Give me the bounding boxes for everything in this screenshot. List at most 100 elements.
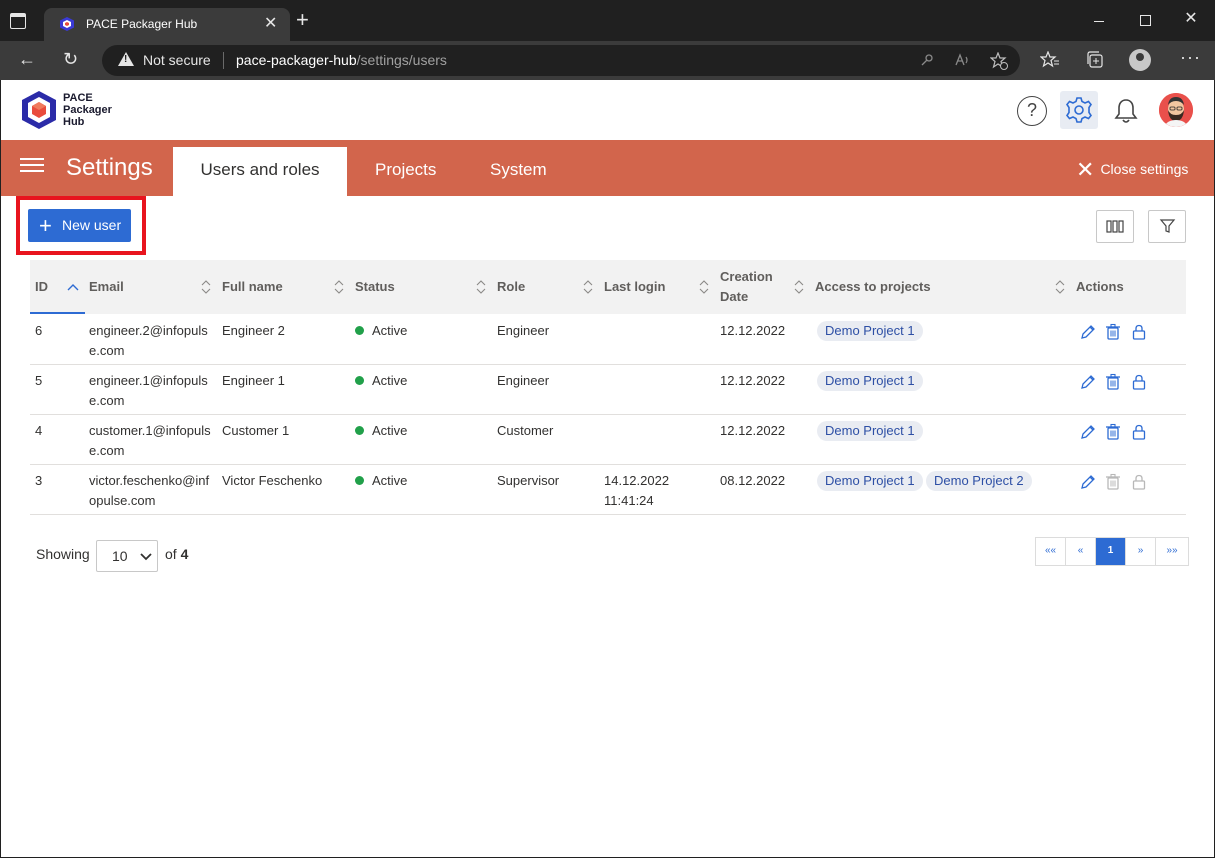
new-user-label: New user — [62, 217, 122, 233]
cell-full-name: Customer 1 — [222, 423, 290, 438]
delete-trash-icon[interactable] — [1104, 423, 1122, 441]
delete-trash-icon — [1106, 473, 1120, 490]
col-last-login[interactable]: Last login — [604, 260, 665, 314]
tab-close-icon[interactable]: ✕ — [264, 13, 277, 33]
gear-icon — [1066, 97, 1092, 123]
page-1-button[interactable]: 1 — [1096, 538, 1126, 565]
prev-page-button[interactable]: « — [1066, 538, 1096, 565]
cell-email: engineer.1@infopuls e.com — [89, 371, 208, 411]
sort-icon[interactable] — [582, 280, 594, 294]
help-icon[interactable]: ? — [1017, 96, 1047, 126]
reload-icon[interactable]: ↻ — [63, 49, 78, 69]
sort-icon[interactable] — [200, 280, 212, 294]
lock-icon[interactable] — [1130, 373, 1148, 391]
collections-icon[interactable] — [1085, 51, 1105, 69]
table-header: ID Email Full name Status Role Last logi… — [30, 260, 1186, 314]
table-row[interactable]: 3 victor.feschenko@inf opulse.com Victor Fe… — [30, 465, 1186, 515]
bell-icon[interactable] — [1111, 96, 1141, 126]
user-avatar[interactable] — [1159, 93, 1193, 127]
url-path: /settings/users — [356, 52, 447, 68]
tab-projects[interactable]: Projects — [375, 147, 436, 196]
sort-icon[interactable] — [698, 280, 710, 294]
edit-pencil-icon[interactable] — [1079, 373, 1097, 391]
total-count: of 4 — [165, 546, 188, 562]
col-status[interactable]: Status — [355, 260, 395, 314]
project-tag[interactable]: Demo Project 1 — [817, 321, 923, 341]
close-icon: ✕ — [1076, 157, 1095, 182]
chevron-down-icon — [140, 553, 152, 561]
maximize-icon[interactable] — [1135, 10, 1155, 30]
table-row[interactable]: 4 customer.1@infopuls e.com Customer 1 Activ… — [30, 415, 1186, 465]
browser-tab[interactable]: PACE Packager Hub ✕ — [44, 8, 290, 41]
not-secure-label[interactable]: Not secure — [143, 52, 211, 68]
sort-asc-icon[interactable] — [67, 280, 79, 294]
logo-line-1: PACE — [63, 92, 93, 104]
columns-button[interactable] — [1096, 210, 1134, 243]
project-tag[interactable]: Demo Project 1 — [817, 421, 923, 441]
back-icon[interactable]: ← — [18, 49, 36, 69]
col-creation-date[interactable]: Creation Date — [720, 260, 773, 314]
col-full-name[interactable]: Full name — [222, 260, 283, 314]
cell-role: Engineer — [497, 373, 550, 388]
add-favorite-icon[interactable] — [990, 52, 1008, 70]
edit-pencil-icon[interactable] — [1079, 323, 1097, 341]
col-role[interactable]: Role — [497, 260, 525, 314]
table-row[interactable]: 5 engineer.1@infopuls e.com Engineer 1 Activ… — [30, 365, 1186, 415]
col-email[interactable]: Email — [89, 260, 124, 314]
cell-email-line2: e.com — [89, 443, 125, 458]
profile-icon[interactable] — [1129, 49, 1151, 71]
tab-system[interactable]: System — [490, 147, 547, 196]
new-user-button[interactable]: + New user — [28, 209, 131, 242]
cell-creation-date: 08.12.2022 — [720, 473, 786, 488]
cell-full-name: Engineer 1 — [222, 373, 285, 388]
of-label: of — [165, 546, 177, 562]
window-close-icon[interactable]: ✕ — [1181, 10, 1201, 30]
lock-icon[interactable] — [1130, 423, 1148, 441]
project-tag[interactable]: Demo Project 1 — [817, 371, 923, 391]
filter-button[interactable] — [1148, 210, 1186, 243]
first-page-button[interactable]: «« — [1036, 538, 1066, 565]
page-size-select[interactable]: 10 — [96, 540, 158, 572]
sort-icon[interactable] — [475, 280, 487, 294]
tab-actions-icon[interactable] — [10, 13, 26, 29]
status-active-icon — [355, 476, 364, 485]
table-row[interactable]: 6 engineer.2@infopuls e.com Engineer 2 Activ… — [30, 315, 1186, 365]
avatar-image — [1159, 93, 1193, 127]
next-page-button[interactable]: » — [1126, 538, 1156, 565]
last-page-button[interactable]: »» — [1156, 538, 1188, 565]
sort-icon[interactable] — [333, 280, 345, 294]
edit-pencil-icon[interactable] — [1079, 423, 1097, 441]
status-active-icon — [355, 426, 364, 435]
cell-role: Supervisor — [497, 473, 560, 488]
url-text[interactable]: pace-packager-hub/settings/users — [236, 52, 447, 68]
col-creation-line2: Date — [720, 289, 749, 304]
cell-email-line1: victor.feschenko@inf — [89, 473, 210, 488]
tab-users-and-roles[interactable]: Users and roles — [173, 147, 347, 196]
lock-icon[interactable] — [1130, 323, 1148, 341]
minimize-icon[interactable] — [1089, 10, 1109, 30]
project-tag[interactable]: Demo Project 1 — [817, 471, 923, 491]
cell-role: Customer — [497, 423, 554, 438]
delete-trash-icon[interactable] — [1104, 373, 1122, 391]
favorites-icon[interactable] — [1040, 51, 1060, 69]
hamburger-menu-icon[interactable] — [20, 158, 44, 172]
delete-trash-icon[interactable] — [1104, 323, 1122, 341]
new-tab-icon[interactable]: + — [296, 9, 309, 31]
cell-creation-date: 12.12.2022 — [720, 323, 786, 338]
close-settings-button[interactable]: ✕ Close settings — [1076, 157, 1188, 183]
col-id[interactable]: ID — [35, 260, 48, 314]
col-access-projects[interactable]: Access to projects — [815, 260, 931, 314]
cell-status: Active — [355, 321, 407, 341]
project-tag[interactable]: Demo Project 2 — [926, 471, 1032, 491]
address-bar[interactable]: Not secure pace-packager-hub/settings/us… — [102, 45, 1020, 76]
cell-creation-date: 12.12.2022 — [720, 423, 786, 438]
cell-email: victor.feschenko@inf opulse.com — [89, 471, 209, 511]
sort-icon[interactable] — [1054, 280, 1066, 294]
more-options-icon[interactable]: ··· — [1180, 47, 1201, 68]
sort-icon[interactable] — [793, 280, 805, 294]
read-aloud-icon[interactable] — [954, 53, 970, 67]
pace-logo-icon[interactable] — [21, 90, 57, 130]
settings-button[interactable] — [1060, 91, 1098, 129]
key-icon[interactable] — [920, 53, 934, 67]
edit-pencil-icon[interactable] — [1079, 473, 1097, 491]
